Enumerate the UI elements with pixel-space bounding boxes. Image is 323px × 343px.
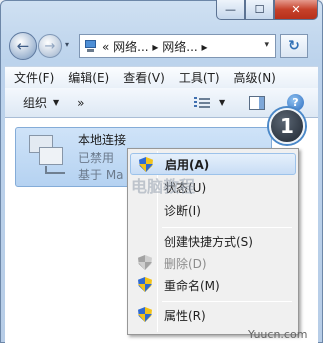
organize-button[interactable]: 组织 ▼ (23, 94, 59, 111)
menu-item-rename-label: 重命名(M) (164, 278, 220, 293)
menu-file[interactable]: 文件(F) (14, 69, 54, 86)
menu-advanced[interactable]: 高级(N) (234, 69, 276, 86)
menu-item-create-shortcut[interactable]: 创建快捷方式(S) (130, 230, 296, 252)
network-folder-icon (84, 39, 98, 53)
uac-shield-icon (138, 307, 152, 322)
network-adapter-icon (27, 133, 67, 177)
recent-pages-dropdown[interactable]: ▾ (65, 40, 69, 49)
menu-separator (162, 301, 292, 302)
menu-item-rename[interactable]: 重命名(M) (130, 274, 296, 296)
maximize-button[interactable]: ☐ (245, 0, 274, 20)
menu-item-properties[interactable]: 属性(R) (130, 304, 296, 326)
step-badge: 1 (269, 108, 305, 144)
menu-item-enable[interactable]: 启用(A) (130, 153, 296, 175)
preview-pane-icon[interactable] (249, 96, 265, 110)
more-commands-button[interactable]: » (77, 96, 84, 110)
menu-item-diagnose-label: 诊断(I) (164, 203, 201, 218)
organize-dropdown-icon: ▼ (53, 98, 60, 107)
menu-item-enable-label: 启用(A) (165, 157, 210, 172)
menu-item-delete: 删除(D) (130, 252, 296, 274)
source-credit: Yuucn.com (248, 328, 308, 341)
watermark: 电脑教程 (131, 177, 196, 196)
menu-separator (162, 227, 292, 228)
menu-item-diagnose[interactable]: 诊断(I) (130, 199, 296, 221)
connection-adapter: 基于 Ma (78, 168, 124, 182)
connection-status: 已禁用 (78, 151, 115, 165)
menu-item-properties-label: 属性(R) (164, 308, 206, 323)
forward-button[interactable]: → (38, 34, 62, 58)
menu-bar: 文件(F) 编辑(E) 查看(V) 工具(T) 高级(N) (5, 66, 318, 88)
menu-edit[interactable]: 编辑(E) (68, 69, 109, 86)
uac-shield-disabled-icon (138, 255, 152, 270)
caption-buttons: — ☐ ✕ (216, 0, 318, 20)
close-button[interactable]: ✕ (274, 0, 318, 20)
organize-label: 组织 (23, 96, 48, 110)
view-dropdown-icon[interactable]: ▼ (219, 98, 225, 107)
address-bar[interactable]: « 网络... ▸ 网络... ▸ ▾ (79, 34, 276, 58)
menu-item-delete-label: 删除(D) (164, 256, 207, 271)
minimize-button[interactable]: — (216, 0, 245, 20)
command-bar: 组织 ▼ » ▼ ? (5, 88, 318, 118)
menu-tools[interactable]: 工具(T) (179, 69, 220, 86)
menu-view[interactable]: 查看(V) (123, 69, 165, 86)
back-button[interactable]: ← (9, 32, 37, 60)
uac-shield-icon (138, 277, 152, 292)
address-dropdown-icon[interactable]: ▾ (264, 40, 269, 50)
connection-name: 本地连接 (78, 133, 127, 147)
address-path: « 网络... ▸ 网络... ▸ (102, 39, 208, 54)
menu-item-create-shortcut-label: 创建快捷方式(S) (164, 234, 253, 249)
uac-shield-icon (139, 157, 153, 172)
change-view-icon[interactable] (194, 96, 210, 110)
refresh-button[interactable]: ↻ (280, 34, 308, 58)
